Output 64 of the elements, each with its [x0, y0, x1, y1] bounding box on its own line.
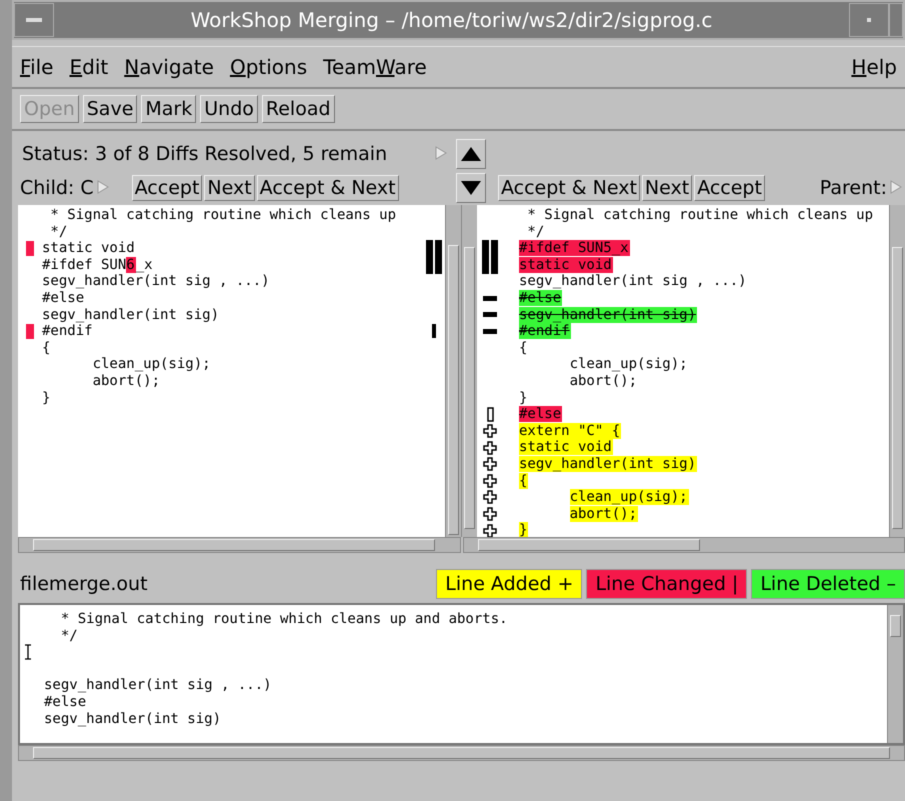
menu-item[interactable]: TeamWare: [323, 55, 427, 79]
legend-label: Line Changed |: [586, 569, 748, 599]
code-line: clean_up(sig);: [92, 356, 212, 373]
code-line: segv_handler(int sig , ...): [42, 273, 271, 290]
vertical-scrollbar[interactable]: [445, 205, 461, 537]
code-line: */: [49, 224, 68, 240]
menu-item[interactable]: Options: [230, 55, 308, 79]
toolbar-button[interactable]: Mark: [141, 95, 196, 123]
code-line: abort();: [92, 372, 162, 390]
window-menu-button[interactable]: [14, 3, 54, 37]
vertical-scrollbar[interactable]: [461, 205, 477, 537]
legend-label: Line Added +: [436, 569, 582, 599]
code-line: * Signal catching routine which cleans up: [49, 207, 398, 224]
code-line: abort();: [568, 372, 638, 390]
legend-label: Line Deleted –: [751, 569, 905, 599]
previous-diff-button[interactable]: [456, 139, 486, 169]
code-line: {: [519, 340, 528, 356]
menu-item[interactable]: Navigate: [124, 55, 214, 79]
triangle-icon: [96, 180, 109, 194]
vertical-scrollbar[interactable]: [889, 205, 905, 537]
down-arrow-icon: [461, 181, 481, 195]
code-line: #endif: [42, 323, 94, 340]
vertical-scrollbar[interactable]: [887, 605, 903, 743]
help-menu[interactable]: Help: [851, 55, 897, 79]
up-arrow-icon: [461, 147, 481, 161]
code-line: */: [526, 224, 546, 240]
parent-label: Parent:: [820, 177, 887, 199]
merge-button[interactable]: Accept: [694, 175, 765, 201]
output-line: #else: [44, 694, 88, 711]
code-line: #else: [42, 290, 86, 307]
toolbar-button[interactable]: Reload: [262, 95, 335, 123]
code-line: segv_handler(int sig): [42, 306, 220, 324]
horizontal-scrollbar[interactable]: [463, 537, 905, 553]
output-line: segv_handler(int sig , ...): [44, 677, 273, 694]
dash-icon: [26, 18, 42, 22]
output-line: segv_handler(int sig): [44, 710, 222, 728]
status-text: Status: 3 of 8 Diffs Resolved, 5 remain: [22, 143, 388, 165]
triangle-icon: [890, 180, 902, 194]
merge-button[interactable]: Accept & Next: [256, 175, 399, 201]
output-title: filemerge.out: [19, 573, 149, 595]
code-line: * Signal catching routine which cleans up: [526, 207, 874, 224]
output-line: */: [60, 628, 79, 644]
merge-button[interactable]: Accept: [132, 175, 202, 201]
horizontal-scrollbar[interactable]: [18, 537, 461, 553]
menu-item[interactable]: Edit: [69, 55, 108, 79]
output-line: * Signal catching routine which cleans up and aborts.: [60, 611, 509, 628]
child-label: Child: C: [20, 177, 94, 199]
code-line: }: [42, 390, 52, 406]
menu-item[interactable]: File: [20, 55, 54, 79]
code-line: segv_handler(int sig , ...): [519, 273, 748, 290]
toolbar-button[interactable]: Save: [82, 95, 138, 123]
merge-button[interactable]: Next: [642, 175, 692, 201]
code-line: clean_up(sig);: [568, 356, 689, 373]
merge-button[interactable]: Next: [204, 175, 255, 201]
toolbar-button[interactable]: Undo: [200, 95, 258, 123]
merge-button[interactable]: Accept & Next: [498, 175, 640, 201]
code-line: {: [42, 340, 52, 356]
triangle-icon: [435, 146, 447, 160]
code-line: static void: [42, 240, 136, 257]
code-line: }: [519, 390, 528, 406]
window-title: WorkShop Merging – /home/toriw/ws2/dir2/sigprog.c: [190, 8, 714, 32]
next-diff-button[interactable]: [456, 173, 486, 203]
text-cursor-icon: [24, 644, 32, 660]
horizontal-scrollbar[interactable]: [18, 745, 905, 761]
